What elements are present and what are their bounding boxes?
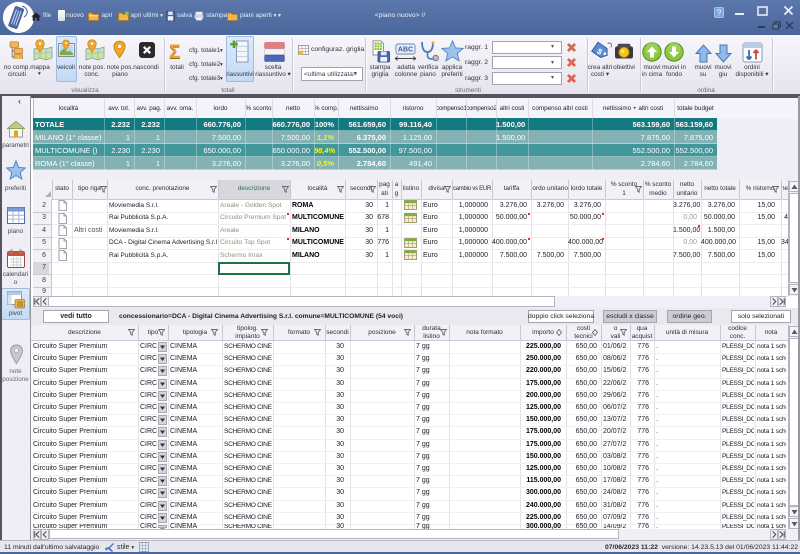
svg-text:ABC: ABC — [398, 47, 413, 54]
svg-text:?: ? — [717, 8, 722, 17]
